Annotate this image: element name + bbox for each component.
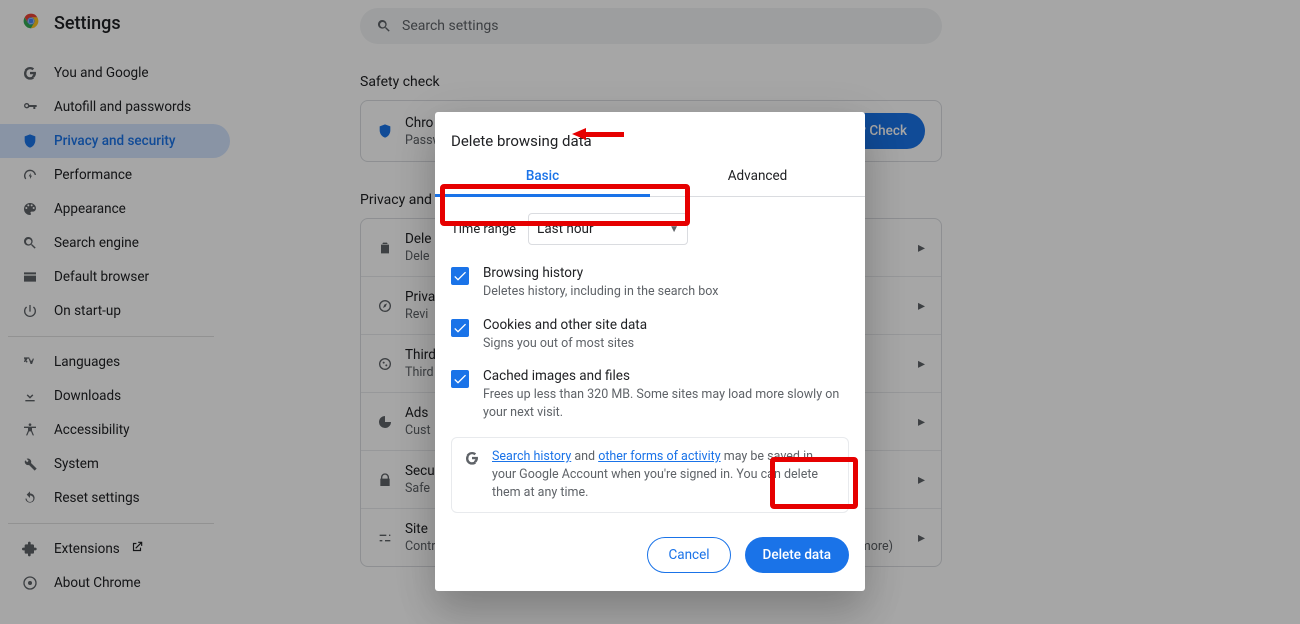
other-activity-link[interactable]: other forms of activity — [598, 449, 720, 464]
checkbox-checked-icon[interactable] — [451, 319, 469, 337]
chevron-down-icon: ▼ — [669, 224, 679, 235]
time-range-select[interactable]: Last hour ▼ — [528, 213, 688, 245]
dialog-title: Delete browsing data — [435, 112, 865, 158]
checkbox-checked-icon[interactable] — [451, 267, 469, 285]
checkbox-checked-icon[interactable] — [451, 370, 469, 388]
cancel-button[interactable]: Cancel — [647, 537, 730, 573]
tab-advanced[interactable]: Advanced — [650, 158, 865, 196]
search-history-link[interactable]: Search history — [492, 449, 571, 464]
delete-browsing-data-dialog: Delete browsing data Basic Advanced Time… — [435, 112, 865, 591]
option-browsing-history[interactable]: Browsing historyDeletes history, includi… — [451, 259, 849, 311]
google-g-icon — [464, 450, 480, 502]
tab-basic[interactable]: Basic — [435, 158, 650, 197]
delete-data-button[interactable]: Delete data — [745, 537, 849, 573]
time-range-value: Last hour — [537, 221, 594, 237]
google-account-info: Search history and other forms of activi… — [451, 437, 849, 513]
option-cached[interactable]: Cached images and filesFrees up less tha… — [451, 362, 849, 431]
time-range-label: Time range — [451, 222, 516, 237]
option-cookies[interactable]: Cookies and other site dataSigns you out… — [451, 311, 849, 363]
dialog-tabs: Basic Advanced — [435, 158, 865, 197]
